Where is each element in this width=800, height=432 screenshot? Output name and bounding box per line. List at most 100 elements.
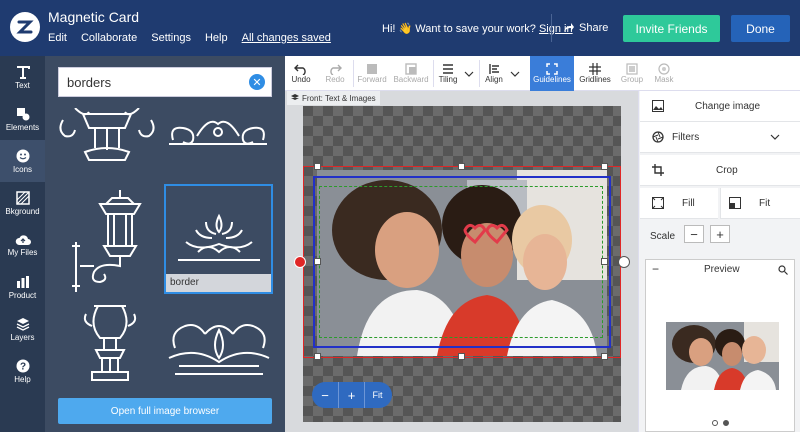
open-image-browser-button[interactable]: Open full image browser — [58, 398, 272, 424]
guidelines-button[interactable]: Guidelines — [530, 56, 574, 91]
search-query: borders — [67, 75, 112, 90]
filters-button[interactable]: Filters — [640, 122, 800, 153]
save-prompt-text: Hi! 👋 Want to save your work? — [382, 23, 536, 35]
top-bar: Magnetic Card Edit Collaborate Settings … — [0, 0, 800, 56]
change-image-button[interactable]: Change image — [640, 91, 800, 122]
sidebar-item-background[interactable]: Bkground — [0, 182, 45, 224]
align-button[interactable]: Align — [481, 56, 507, 91]
editor-toolbar: Undo Redo Forward Backward Tiling Align … — [285, 56, 800, 91]
crop-button[interactable]: Crop — [640, 155, 800, 186]
result-banner-ornament[interactable] — [165, 318, 273, 382]
grid-icon — [589, 63, 601, 75]
sidebar-item-label: Elements — [5, 122, 40, 132]
scale-label: Scale — [650, 230, 676, 242]
share-button[interactable]: Share — [563, 22, 608, 34]
scale-increase-button[interactable]: + — [710, 225, 730, 243]
breadcrumb-label: Front: Text & Images — [302, 93, 376, 103]
mask-button[interactable]: Mask — [649, 56, 679, 91]
sidebar-item-help[interactable]: ? Help — [0, 350, 45, 392]
align-dropdown[interactable] — [507, 56, 523, 91]
share-label: Share — [579, 22, 609, 34]
fill-button[interactable]: Fill — [640, 188, 718, 219]
mask-label: Mask — [654, 75, 674, 84]
fit-button[interactable]: Fit — [720, 188, 800, 219]
result-vase-ornament[interactable] — [80, 300, 140, 388]
done-button[interactable]: Done — [731, 15, 790, 42]
resize-handle-bottom[interactable] — [458, 353, 465, 360]
sidebar-item-product[interactable]: Product — [0, 266, 45, 308]
backward-button[interactable]: Backward — [391, 56, 431, 91]
fit-label: Fit — [759, 197, 771, 209]
zoom-fit-button[interactable]: Fit — [364, 382, 390, 408]
tiling-button[interactable]: Tiling — [435, 56, 461, 91]
scale-decrease-button[interactable]: − — [684, 225, 704, 243]
fill-label: Fill — [682, 197, 695, 209]
redo-button[interactable]: Redo — [319, 56, 351, 91]
resize-handle-left[interactable] — [314, 258, 321, 265]
rotate-handle-icon[interactable] — [618, 256, 630, 268]
invite-friends-button[interactable]: Invite Friends — [623, 15, 720, 42]
sidebar-item-label: Layers — [10, 332, 35, 342]
sidebar-item-layers[interactable]: Layers — [0, 308, 45, 350]
sidebar-item-my-files[interactable]: My Files — [0, 224, 45, 266]
delete-element-icon[interactable] — [294, 256, 306, 268]
resize-handle-top-left[interactable] — [314, 163, 321, 170]
sidebar-item-icons[interactable]: Icons — [0, 140, 45, 182]
page-dot-1[interactable] — [712, 420, 718, 426]
tiling-icon — [443, 64, 453, 74]
menu-help[interactable]: Help — [205, 32, 228, 44]
text-icon — [16, 65, 30, 79]
zoom-out-button[interactable]: − — [312, 388, 338, 403]
sidebar-item-label: Bkground — [5, 206, 40, 216]
forward-button[interactable]: Forward — [355, 56, 389, 91]
app-logo-icon[interactable] — [10, 12, 40, 42]
mask-icon — [658, 63, 670, 75]
minimize-preview-icon[interactable]: − — [652, 262, 659, 276]
left-icon-bar: Text Elements Icons Bkground My Files Pr… — [0, 56, 45, 432]
sidebar-item-elements[interactable]: Elements — [0, 98, 45, 140]
tiling-dropdown[interactable] — [461, 56, 477, 91]
preview-thumbnail[interactable] — [666, 322, 779, 390]
page-dot-2[interactable] — [723, 420, 729, 426]
resize-handle-top-right[interactable] — [601, 163, 608, 170]
product-icon — [16, 275, 29, 288]
document-title[interactable]: Magnetic Card — [48, 9, 139, 25]
menu-edit[interactable]: Edit — [48, 32, 67, 44]
toolbar-divider — [433, 60, 434, 87]
resize-handle-bottom-right[interactable] — [601, 353, 608, 360]
clear-search-icon[interactable]: ✕ — [249, 74, 265, 90]
guidelines-label: Guidelines — [533, 75, 571, 84]
send-backward-icon — [405, 63, 417, 75]
bring-forward-icon — [367, 64, 377, 74]
crop-label: Crop — [716, 164, 738, 176]
preview-photo — [666, 322, 779, 390]
backward-label: Backward — [393, 75, 429, 84]
filters-label: Filters — [672, 131, 700, 143]
preview-title: Preview — [704, 264, 740, 275]
group-button[interactable]: Group — [617, 56, 647, 91]
gridlines-button[interactable]: Gridlines — [575, 56, 615, 91]
help-icon: ? — [16, 359, 29, 372]
breadcrumb[interactable]: Front: Text & Images — [287, 91, 380, 105]
elements-icon — [16, 107, 29, 120]
sidebar-item-text[interactable]: Text — [0, 56, 45, 98]
group-icon — [626, 63, 638, 75]
tiling-label: Tiling — [438, 75, 458, 84]
menu-settings[interactable]: Settings — [151, 32, 191, 44]
resize-handle-bottom-left[interactable] — [314, 353, 321, 360]
undo-icon — [294, 64, 306, 75]
selected-result-label: border — [166, 274, 271, 292]
resize-handle-top[interactable] — [458, 163, 465, 170]
undo-button[interactable]: Undo — [285, 56, 317, 91]
zoom-in-button[interactable]: + — [338, 382, 364, 408]
resize-handle-right[interactable] — [601, 258, 608, 265]
result-fountain-ornament[interactable] — [55, 108, 159, 164]
saved-status[interactable]: All changes saved — [242, 32, 331, 44]
menu-collaborate[interactable]: Collaborate — [81, 32, 137, 44]
svg-text:?: ? — [19, 361, 25, 372]
zoom-search-icon[interactable] — [778, 265, 788, 275]
search-input[interactable]: borders ✕ — [58, 67, 272, 97]
sidebar-item-label: My Files — [7, 247, 38, 257]
result-scroll-ornament[interactable] — [165, 112, 271, 148]
result-lantern-ornament[interactable] — [70, 186, 156, 294]
